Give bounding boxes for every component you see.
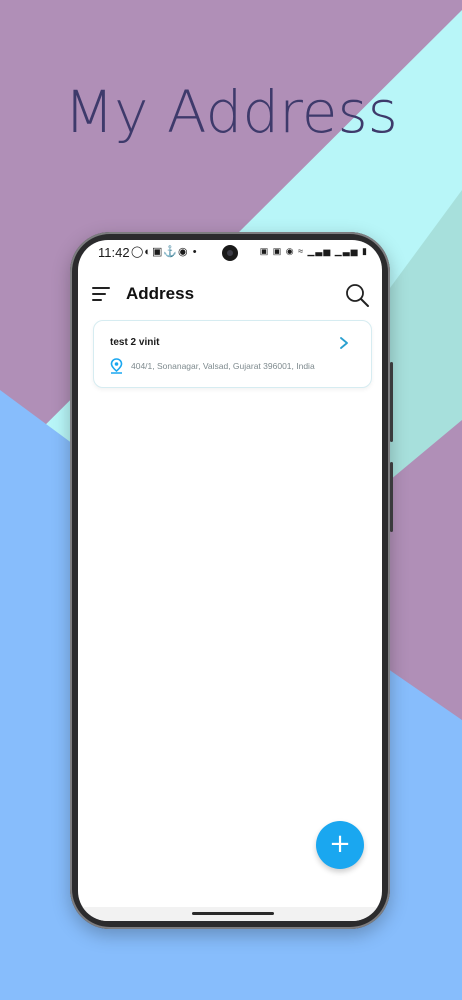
- volume-button: [390, 362, 393, 442]
- status-bar: 11:42 ◯◐▣⚓◉ • ▣ ▣ ◉ ≈ ▁▃▅ ▁▃▅ ▮: [78, 240, 382, 266]
- home-indicator[interactable]: [192, 912, 274, 915]
- menu-icon[interactable]: [92, 286, 112, 302]
- navigation-bar: [78, 907, 382, 921]
- search-icon[interactable]: [344, 282, 370, 308]
- power-button: [390, 462, 393, 532]
- system-status-icons: ▣ ▣ ◉ ≈ ▁▃▅ ▁▃▅ ▮: [259, 246, 368, 256]
- promo-title: My Address: [64, 78, 398, 146]
- phone-frame: 11:42 ◯◐▣⚓◉ • ▣ ▣ ◉ ≈ ▁▃▅ ▁▃▅ ▮ Address …: [70, 232, 393, 929]
- location-pin-icon: [110, 358, 123, 374]
- status-time: 11:42: [98, 245, 130, 260]
- add-address-button[interactable]: +: [316, 821, 364, 869]
- address-text: 404/1, Sonanagar, Valsad, Gujarat 396001…: [131, 361, 315, 371]
- phone-screen: 11:42 ◯◐▣⚓◉ • ▣ ▣ ◉ ≈ ▁▃▅ ▁▃▅ ▮ Address …: [78, 240, 382, 921]
- address-name: test 2 vinit: [110, 337, 160, 348]
- page-title: Address: [126, 284, 195, 303]
- notification-icons: ◯◐▣⚓◉ •: [131, 246, 198, 258]
- chevron-right-icon: [340, 337, 348, 349]
- address-card[interactable]: test 2 vinit 404/1, Sonanagar, Valsad, G…: [93, 320, 372, 388]
- app-bar: Address: [78, 274, 382, 314]
- front-camera: [222, 245, 238, 261]
